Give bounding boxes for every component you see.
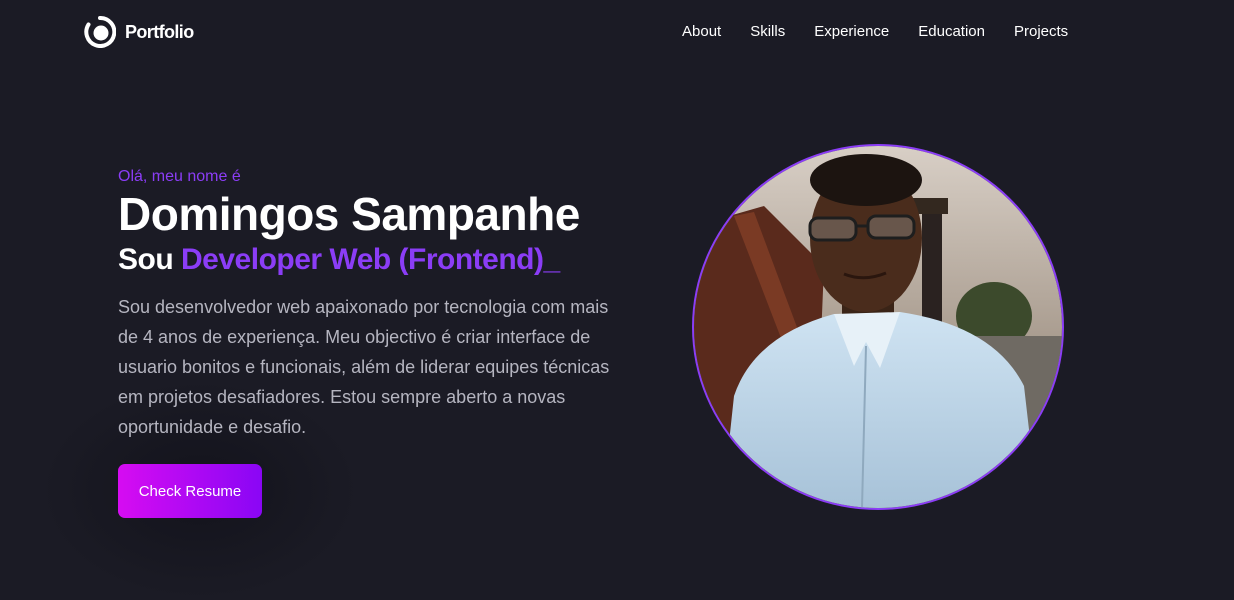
brand-link[interactable]: Portfolio bbox=[84, 15, 194, 48]
hero-greeting: Olá, meu nome é bbox=[118, 168, 241, 185]
nav-link-projects[interactable]: Projects bbox=[1014, 22, 1068, 42]
nav-menu: About Skills Experience Education Projec… bbox=[682, 22, 1097, 42]
profile-photo bbox=[692, 144, 1064, 510]
hero-bio: Sou desenvolvedor web apaixonado por tec… bbox=[118, 297, 610, 437]
check-resume-button[interactable]: Check Resume bbox=[118, 464, 262, 518]
nav-link-skills[interactable]: Skills bbox=[750, 22, 785, 42]
brand-name: Portfolio bbox=[125, 21, 194, 42]
top-navigation: Portfolio About Skills Experience Educat… bbox=[0, 0, 1234, 64]
nav-link-education[interactable]: Education bbox=[918, 22, 985, 42]
portfolio-logo-icon bbox=[84, 15, 117, 48]
hero-role-highlight: Developer Web (Frontend)_ bbox=[181, 243, 560, 276]
nav-link-experience[interactable]: Experience bbox=[814, 22, 889, 42]
hero-role-prefix: Sou bbox=[118, 243, 174, 276]
nav-link-about[interactable]: About bbox=[682, 22, 721, 42]
hero-section: Olá, meu nome é Domingos Sampanhe Sou De… bbox=[118, 166, 638, 442]
hero-role: Sou Developer Web (Frontend)_ bbox=[118, 242, 638, 278]
hero-name: Domingos Sampanhe bbox=[118, 188, 580, 240]
